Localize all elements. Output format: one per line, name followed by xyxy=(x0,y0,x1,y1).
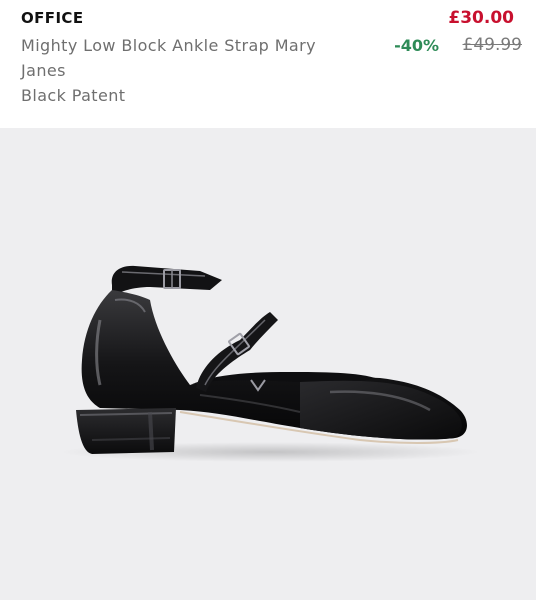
product-image[interactable] xyxy=(0,128,536,600)
current-price: £30.00 xyxy=(448,8,514,28)
brand-name[interactable]: OFFICE xyxy=(21,9,83,27)
original-price: £49.99 xyxy=(462,35,522,55)
product-name[interactable]: Mighty Low Block Ankle Strap Mary Janes xyxy=(21,33,351,83)
shoe-image xyxy=(60,265,480,462)
product-header: OFFICE Mighty Low Block Ankle Strap Mary… xyxy=(0,0,536,128)
discount-badge: -40% xyxy=(394,36,439,55)
product-variant: Black Patent xyxy=(21,86,126,105)
